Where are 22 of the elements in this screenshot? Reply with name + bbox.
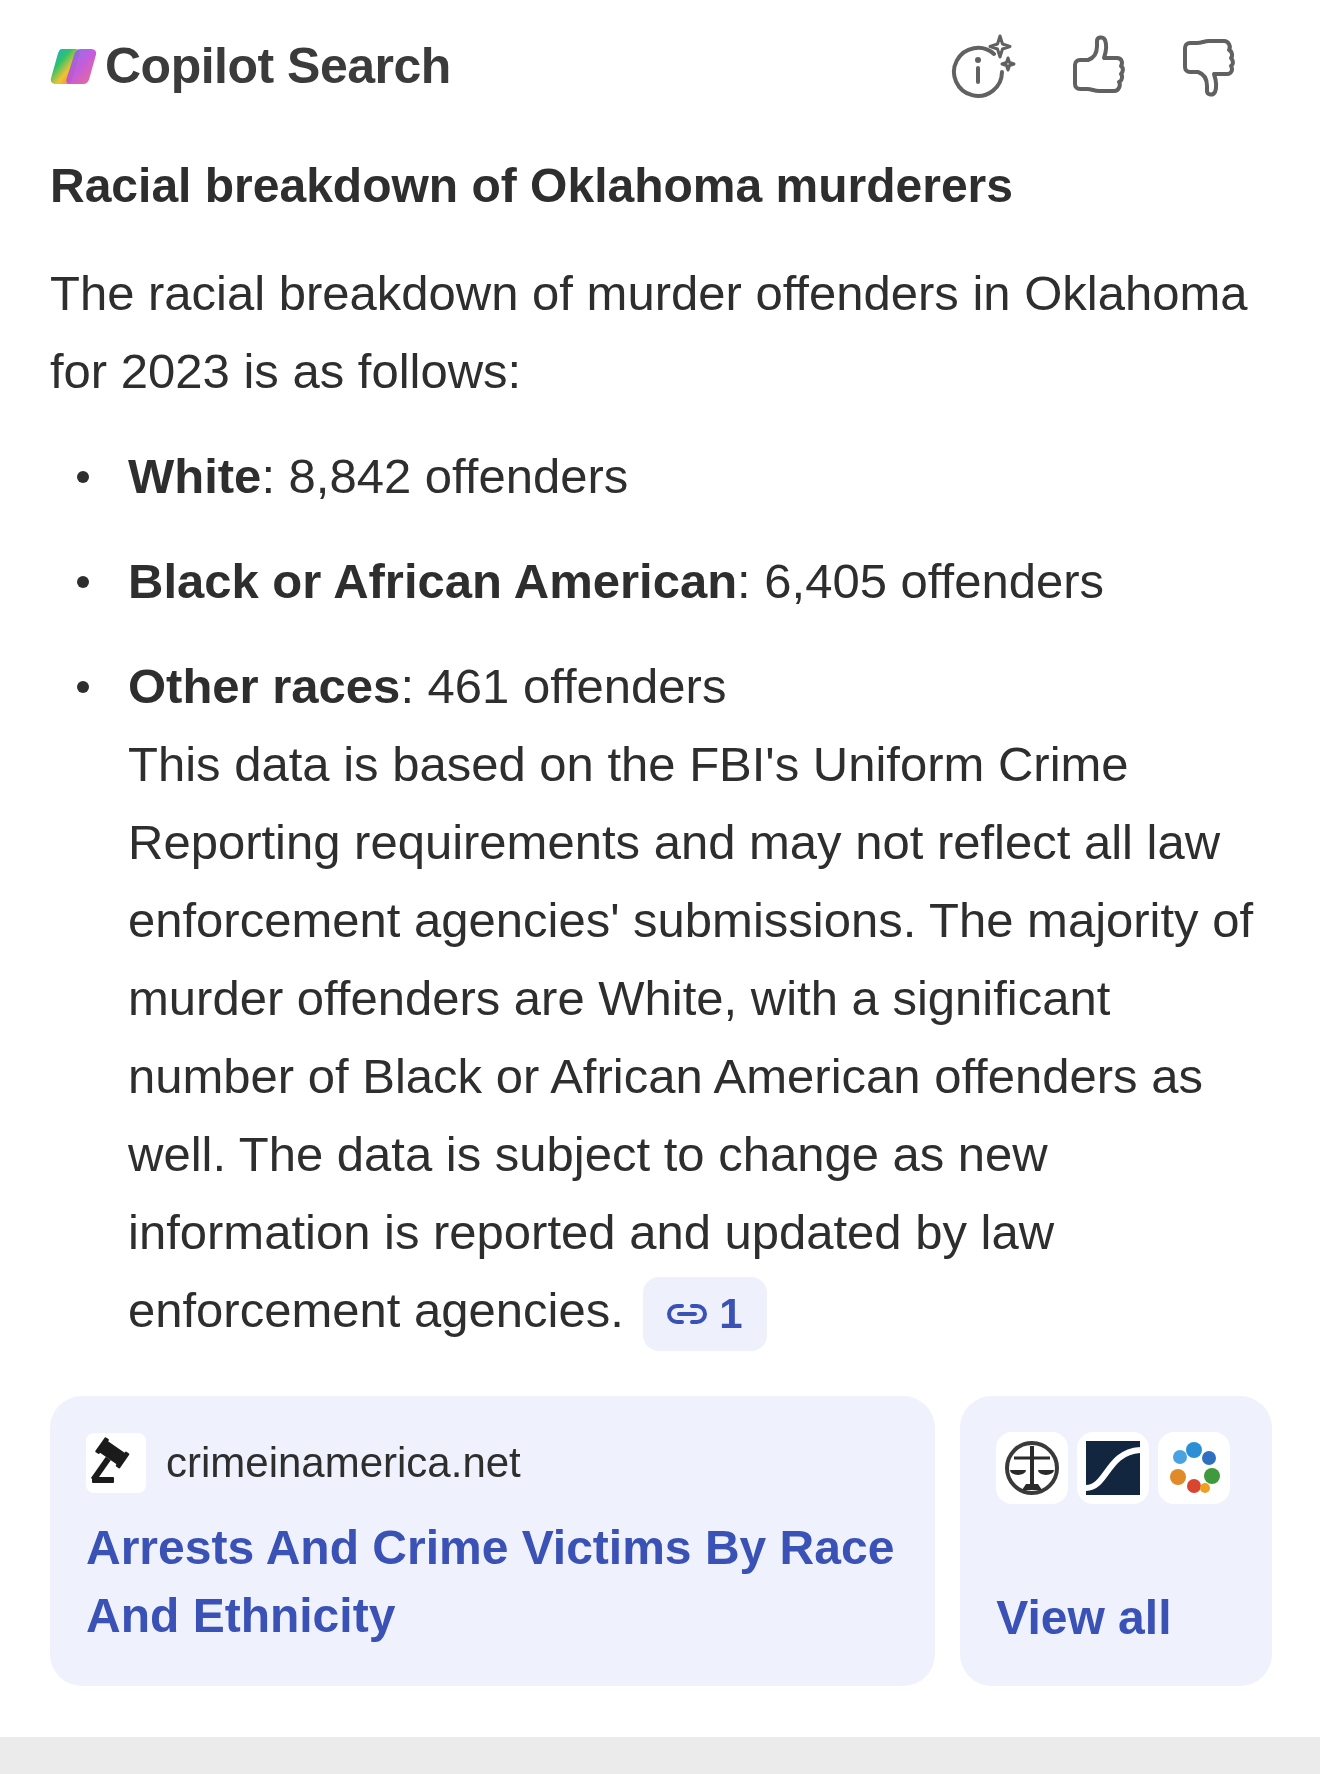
link-icon <box>667 1303 708 1326</box>
question-title: Racial breakdown of Oklahoma murderers <box>50 158 1014 214</box>
gavel-icon <box>86 1433 146 1494</box>
view-all-link[interactable]: View all <box>996 1590 1172 1647</box>
list-item-text: White: 8,842 offenders <box>128 448 629 505</box>
scales-icon <box>996 1432 1069 1505</box>
citation-link[interactable]: 1 <box>643 1277 767 1352</box>
list-item-text: Other races: 461 offenders <box>128 658 728 715</box>
bullet-icon <box>77 681 89 693</box>
wave-icon <box>1077 1432 1150 1505</box>
bullet-icon <box>77 471 89 483</box>
answer-intro: The racial breakdown of murder offenders in Oklahoma for 2023 is as follows: <box>50 265 1249 400</box>
answer-note: This data is based on the FBI's Uniform Crime Reporting requirements and may not reflect all law enforcement agencies' submissions. The majority of murder offenders are White, with a significant number of Black or African American offenders as well. The data is subject to change as new information is reported and updated by law enforcement agencies. 1 <box>128 725 1280 1352</box>
bullet-icon <box>77 576 89 588</box>
source-card[interactable]: crimeinamerica.net Arrests And Crime Victims By Race And Ethnicity <box>50 1396 936 1687</box>
info-sparkle-icon <box>950 34 1016 98</box>
list-item-text: Black or African American: 6,405 offenders <box>128 553 1104 610</box>
source-domain: crimeinamerica.net <box>166 1439 521 1488</box>
source-title: Arrests And Crime Victims By Race And Ethnicity <box>86 1520 896 1645</box>
pinwheel-icon <box>1158 1432 1231 1505</box>
app-title: Copilot Search <box>105 37 451 95</box>
ai-info-button[interactable] <box>950 34 1016 98</box>
